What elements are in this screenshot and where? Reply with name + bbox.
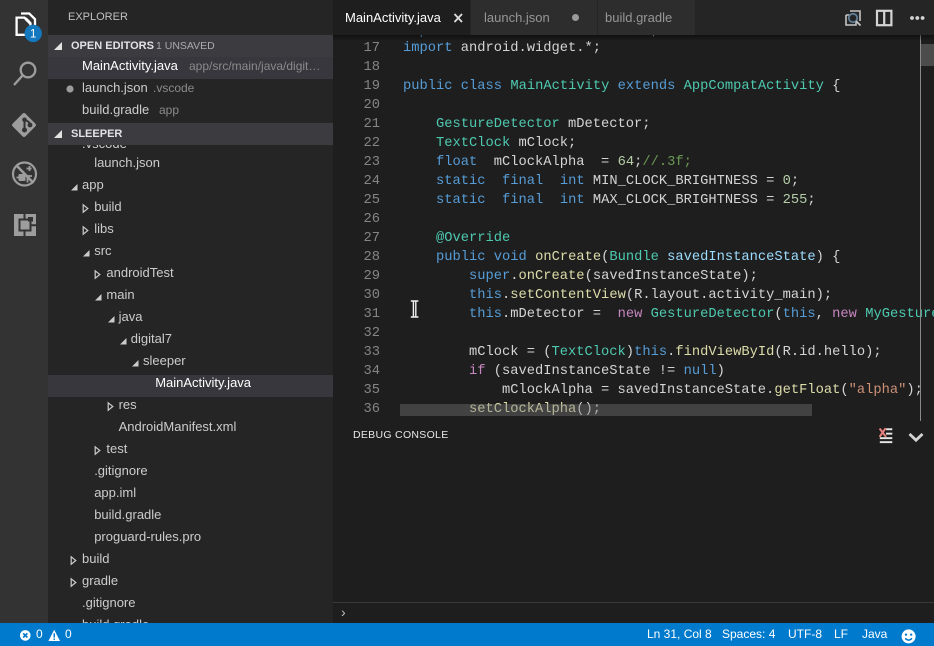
svg-text:1: 1 <box>30 29 36 41</box>
